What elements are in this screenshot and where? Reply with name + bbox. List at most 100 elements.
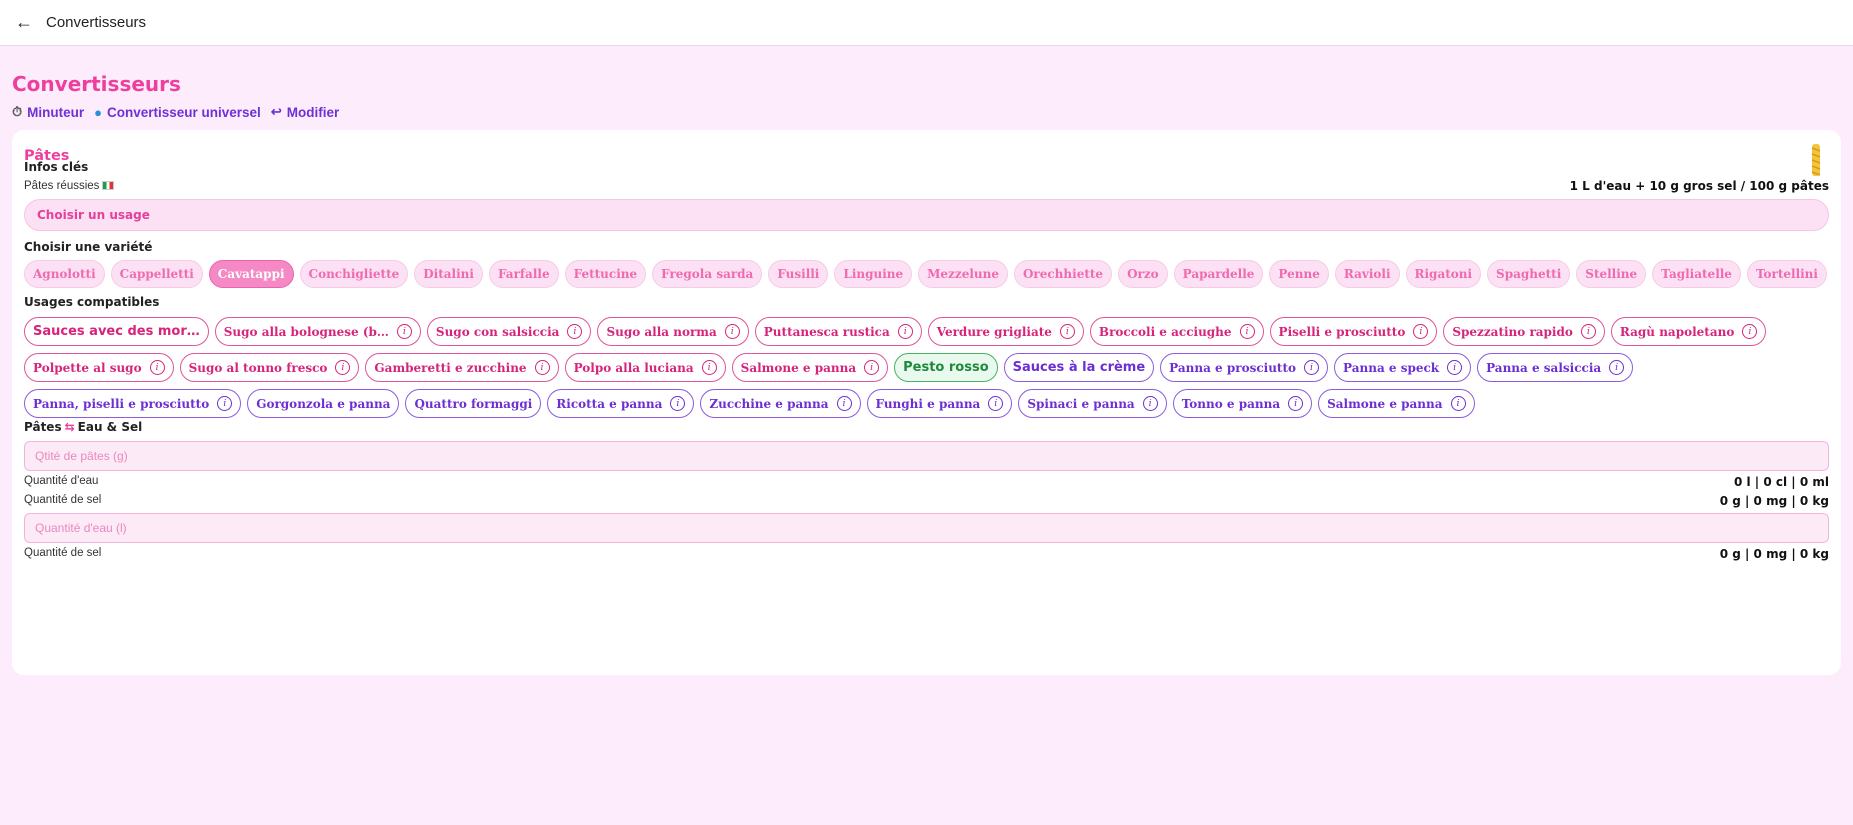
usage-chip[interactable]: Tonno e panna i: [1172, 389, 1313, 418]
info-icon[interactable]: i: [567, 324, 583, 339]
usage-chip[interactable]: Polpo alla luciana i: [564, 353, 726, 382]
usage-chip[interactable]: Ricotta e panna i: [547, 389, 695, 418]
usage-chip-label: Polpo alla luciana: [573, 360, 694, 375]
timer-link-label: Minuteur: [27, 104, 85, 120]
usage-chip-label: Sugo alla norma: [606, 324, 717, 339]
info-icon[interactable]: i: [670, 396, 686, 411]
info-icon[interactable]: i: [897, 324, 913, 339]
top-bar-title: Convertisseurs: [46, 14, 147, 31]
info-icon[interactable]: i: [724, 324, 740, 339]
usage-chip[interactable]: Panna e speck i: [1334, 353, 1472, 382]
info-icon[interactable]: i: [1609, 360, 1625, 375]
usage-chip[interactable]: Pesto rosso: [894, 353, 998, 382]
info-icon[interactable]: i: [217, 396, 233, 411]
edit-link[interactable]: ↩ Modifier: [271, 104, 339, 120]
usage-chip-label: Gamberetti e zucchine: [374, 360, 527, 375]
info-icon[interactable]: i: [864, 360, 880, 375]
usage-chip-label: Puttanesca rustica: [763, 324, 890, 339]
swap-icon[interactable]: ⇆: [65, 420, 75, 434]
usage-chip[interactable]: Polpette al sugo i: [24, 353, 174, 382]
usage-chip[interactable]: Salmone e panna i: [731, 353, 889, 382]
info-icon[interactable]: i: [1304, 360, 1320, 375]
info-icon[interactable]: i: [1059, 324, 1075, 339]
variety-chip[interactable]: Agnolotti: [24, 260, 105, 288]
usage-chip-label: Sugo con salsiccia: [435, 324, 560, 339]
info-icon[interactable]: i: [1288, 396, 1304, 411]
info-icon[interactable]: i: [396, 324, 412, 339]
info-icon[interactable]: i: [1447, 360, 1463, 375]
usage-chip-label: Sauces avec des mor…: [33, 324, 200, 339]
usage-chip[interactable]: Puttanesca rustica i: [754, 317, 922, 346]
usage-chip-label: Spezzatino rapido: [1452, 324, 1573, 339]
usage-chip[interactable]: Sugo al tonno fresco i: [179, 353, 360, 382]
info-icon[interactable]: i: [1450, 396, 1466, 411]
info-icon[interactable]: i: [1580, 324, 1596, 339]
variety-chip[interactable]: Fusilli: [768, 260, 829, 288]
usage-chip[interactable]: Panna e salsiccia i: [1477, 353, 1634, 382]
usage-chip-label: Salmone e panna: [1327, 396, 1443, 411]
variety-chip[interactable]: Orechhiette: [1013, 260, 1113, 288]
salt-value: 0 g | 0 mg | 0 kg: [1719, 494, 1829, 508]
usages-label: Usages compatibles: [24, 295, 160, 309]
info-icon[interactable]: i: [1142, 396, 1158, 411]
usage-chip[interactable]: Funghi e panna i: [866, 389, 1013, 418]
info-icon[interactable]: i: [534, 360, 550, 375]
tip-label: Pâtes réussies: [24, 180, 115, 192]
usage-chip[interactable]: Ragù napoletano i: [1610, 317, 1767, 346]
pasta-quantity-input[interactable]: Qtité de pâtes (g): [24, 441, 1829, 471]
variety-chip[interactable]: Fettucine: [564, 260, 647, 288]
usage-chip[interactable]: Sugo alla bolognese (b… i: [214, 317, 421, 346]
variety-chip[interactable]: Tortellini: [1746, 260, 1827, 288]
variety-chip[interactable]: Orzo: [1118, 260, 1168, 288]
usage-chip[interactable]: Zucchine e panna i: [700, 389, 861, 418]
usage-chip[interactable]: Broccoli e acciughe i: [1089, 317, 1264, 346]
variety-chip[interactable]: Fregola sarda: [652, 260, 763, 288]
info-icon[interactable]: i: [1239, 324, 1255, 339]
variety-chip[interactable]: Cavatappi: [208, 260, 294, 288]
usage-chip-label: Sugo alla bolognese (b…: [223, 324, 389, 339]
usage-chip[interactable]: Salmone e panna i: [1318, 389, 1475, 418]
variety-chip[interactable]: Rigatoni: [1405, 260, 1482, 288]
variety-chip[interactable]: Farfalle: [488, 260, 559, 288]
variety-chip[interactable]: Linguine: [834, 260, 913, 288]
usage-chip[interactable]: Gamberetti e zucchine i: [365, 353, 559, 382]
variety-chip[interactable]: Cappelletti: [110, 260, 203, 288]
usage-chip[interactable]: Panna e prosciutto i: [1160, 353, 1329, 382]
usage-chip[interactable]: Verdure grigliate i: [927, 317, 1084, 346]
variety-chip[interactable]: Ditalini: [414, 260, 483, 288]
usage-chip[interactable]: Sauces avec des mor…: [24, 317, 209, 346]
usage-chip-label: Sauces à la crème: [1012, 360, 1146, 375]
timer-link[interactable]: ⏱ Minuteur: [12, 104, 84, 120]
info-icon[interactable]: i: [149, 360, 165, 375]
info-icon[interactable]: i: [836, 396, 852, 411]
variety-chip[interactable]: Tagliatelle: [1652, 260, 1741, 288]
usage-chip[interactable]: Spezzatino rapido i: [1443, 317, 1605, 346]
variety-chip[interactable]: Conchigliette: [299, 260, 409, 288]
top-bar: ← Convertisseurs: [0, 0, 1853, 46]
usage-chip[interactable]: Spinaci e panna i: [1018, 389, 1167, 418]
usage-chip-label: Spinaci e panna: [1027, 396, 1135, 411]
usage-chip-label: Gorgonzola e panna: [256, 396, 391, 411]
usage-chip[interactable]: Panna, piselli e prosciutto i: [24, 389, 242, 418]
arrow-left-icon[interactable]: ←: [12, 11, 36, 35]
usage-chip[interactable]: Piselli e prosciutto i: [1269, 317, 1438, 346]
variety-chip[interactable]: Mezzelune: [918, 260, 1008, 288]
usage-chip[interactable]: Sauces à la crème: [1003, 353, 1155, 382]
water-quantity-input[interactable]: Quantité d'eau (l): [24, 513, 1829, 543]
variety-chip[interactable]: Ravioli: [1334, 260, 1400, 288]
info-icon[interactable]: i: [335, 360, 351, 375]
usage-chip[interactable]: Sugo alla norma i: [597, 317, 749, 346]
usage-chip[interactable]: Quattro formaggi: [405, 389, 542, 418]
info-icon[interactable]: i: [988, 396, 1004, 411]
usage-chip[interactable]: Sugo con salsiccia i: [426, 317, 592, 346]
info-icon[interactable]: i: [1742, 324, 1758, 339]
info-icon[interactable]: i: [1413, 324, 1429, 339]
variety-chip[interactable]: Spaghetti: [1487, 260, 1571, 288]
universal-converter-link[interactable]: ● Convertisseur universel: [94, 105, 261, 120]
variety-chip[interactable]: Stelline: [1576, 260, 1647, 288]
variety-chip[interactable]: Papardelle: [1173, 260, 1264, 288]
info-icon[interactable]: i: [701, 360, 717, 375]
usage-chip[interactable]: Gorgonzola e panna: [247, 389, 400, 418]
variety-chip[interactable]: Penne: [1269, 260, 1329, 288]
usage-select[interactable]: Choisir un usage: [24, 199, 1829, 231]
